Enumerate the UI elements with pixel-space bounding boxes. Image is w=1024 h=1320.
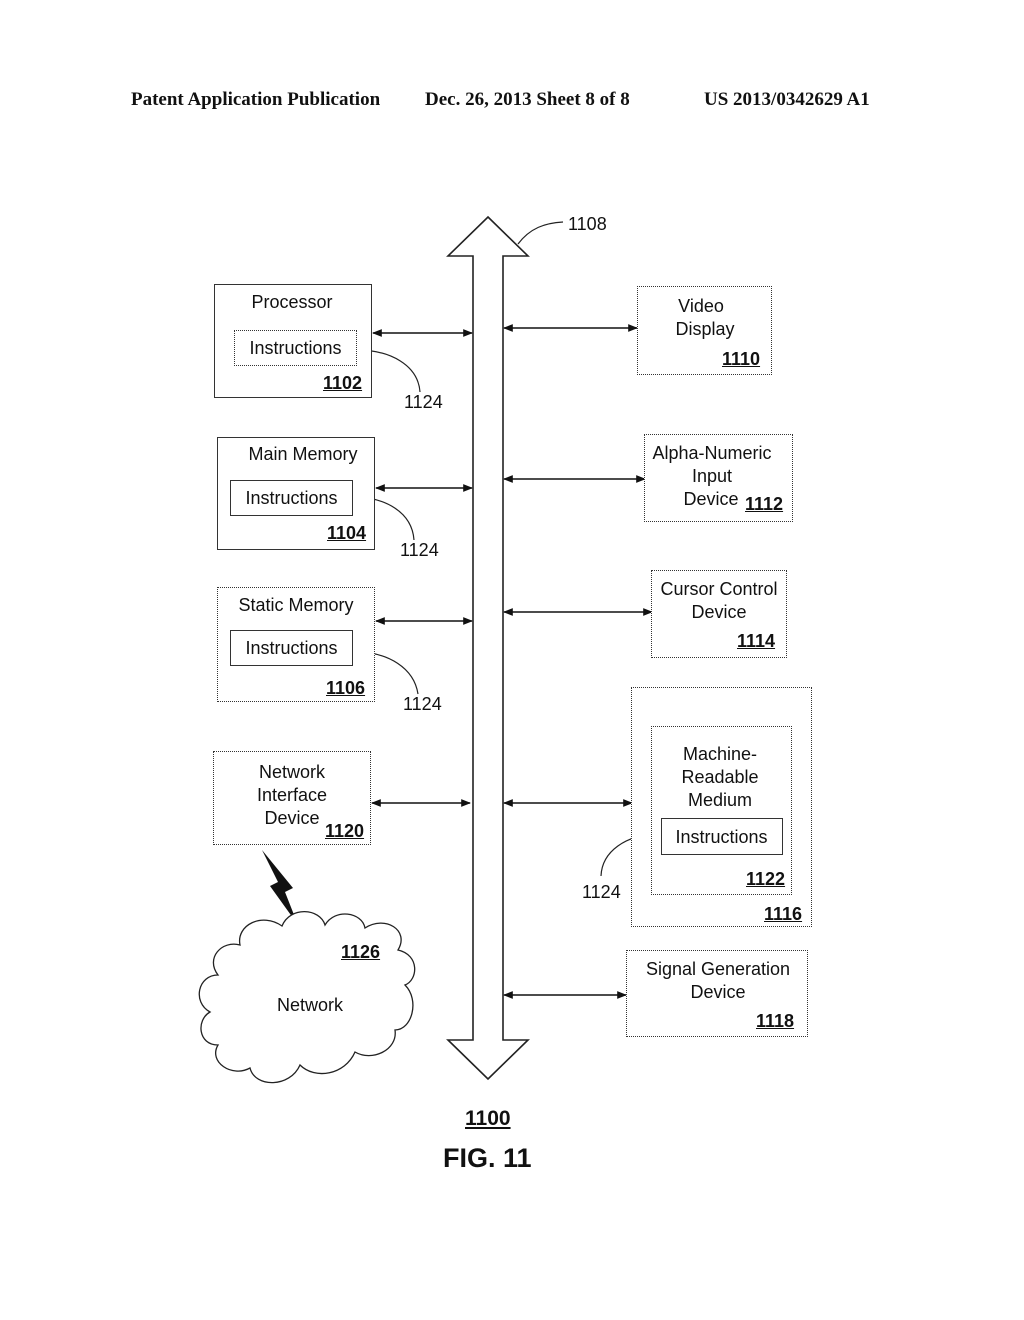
medium-instructions-label: Instructions: [675, 827, 768, 847]
static-memory-ref: 1106: [326, 678, 366, 698]
video-display-title-2: Display: [675, 319, 735, 339]
system-ref: 1100: [465, 1107, 511, 1130]
instructions-ref-2: 1124: [400, 540, 439, 560]
instructions-ref-3: 1124: [403, 694, 442, 714]
network-interface-title-2: Interface: [256, 785, 328, 805]
main-memory-ref: 1104: [327, 523, 367, 543]
network-interface-ref: 1120: [325, 821, 365, 841]
instructions-ref-4: 1124: [582, 882, 621, 902]
processor-instructions-label: Instructions: [249, 338, 342, 358]
network-label: Network: [276, 995, 343, 1015]
main-memory-instructions-label: Instructions: [245, 488, 338, 508]
medium-title-2: Readable: [681, 767, 759, 787]
video-display-ref: 1110: [722, 349, 761, 369]
medium-title-3: Medium: [687, 790, 753, 810]
bus-ref: 1108: [568, 214, 607, 234]
signal-generation-ref: 1118: [756, 1011, 795, 1031]
instructions-ref-1: 1124: [404, 392, 443, 412]
alpha-numeric-ref: 1112: [745, 494, 784, 514]
cursor-control-title-2: Device: [691, 602, 747, 622]
cursor-control-title-1: Cursor Control: [660, 579, 778, 599]
static-memory-instructions-label: Instructions: [245, 638, 338, 658]
signal-generation-title-2: Device: [690, 982, 746, 1002]
network-ref: 1126: [341, 942, 381, 962]
processor-ref: 1102: [323, 373, 363, 393]
drive-unit-ref: 1116: [764, 904, 803, 924]
bus-arrow: [446, 215, 530, 1081]
processor-title: Processor: [251, 292, 333, 312]
alpha-numeric-title-3: Device: [683, 489, 739, 509]
cursor-control-ref: 1114: [737, 631, 776, 651]
main-memory-title: Main Memory: [248, 444, 358, 464]
network-interface-title-1: Network: [258, 762, 325, 782]
figure-caption: FIG. 11: [443, 1143, 532, 1173]
diagram-canvas: [198, 215, 662, 1084]
alpha-numeric-title-2: Input: [691, 466, 733, 486]
signal-generation-title-1: Signal Generation: [645, 959, 791, 979]
static-memory-title: Static Memory: [238, 595, 354, 615]
alpha-numeric-title-1: Alpha-Numeric: [652, 443, 772, 463]
video-display-title-1: Video: [678, 296, 724, 316]
bus-leader: [517, 221, 564, 245]
medium-title-1: Machine-: [682, 744, 758, 764]
medium-ref: 1122: [746, 869, 786, 889]
